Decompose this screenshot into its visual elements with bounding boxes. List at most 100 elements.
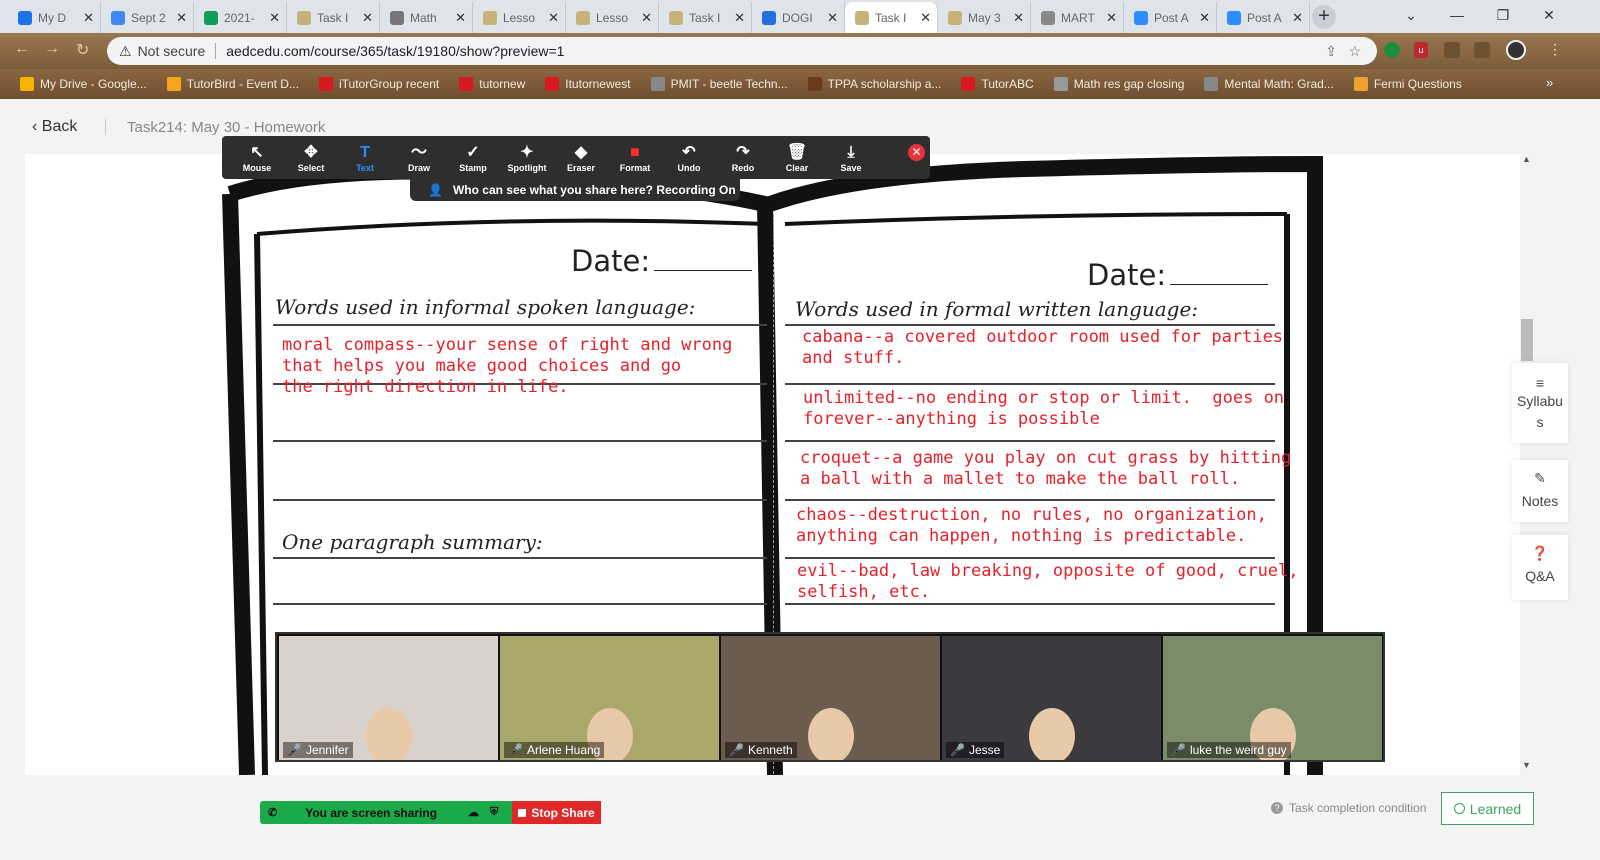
bookmark-item[interactable]: TPPA scholarship a... [807, 77, 941, 91]
not-secure-label[interactable]: Not secure [138, 43, 206, 59]
tool-label: Spotlight [507, 162, 547, 173]
close-tab-icon[interactable]: ✕ [269, 10, 280, 26]
participant-video[interactable]: 🎤 Jesse [942, 636, 1161, 760]
address-bar[interactable]: ⚠ Not secure aedcedu.com/course/365/task… [107, 37, 1377, 65]
notes-button[interactable]: ✎ Notes [1512, 460, 1568, 522]
url-text[interactable]: aedcedu.com/course/365/task/19180/show?p… [226, 43, 564, 59]
ublock-icon[interactable]: u [1414, 42, 1428, 58]
more-bookmarks-icon[interactable]: » [1546, 75, 1553, 90]
browser-tab[interactable]: MART ✕ [1031, 2, 1124, 33]
browser-tab[interactable]: Task I ✕ [659, 2, 752, 33]
browser-tab[interactable]: Task I ✕ [287, 2, 380, 33]
browser-tab[interactable]: May 3 ✕ [938, 2, 1031, 33]
bookmark-item[interactable]: Mental Math: Grad... [1204, 77, 1334, 91]
browser-tab[interactable]: Lesso ✕ [566, 2, 659, 33]
close-tab-icon[interactable]: ✕ [1292, 10, 1303, 26]
save-tool[interactable]: ⤓ Save [824, 136, 878, 179]
browser-tab[interactable]: My D ✕ [8, 2, 101, 33]
formal-entry[interactable]: chaos--destruction, no rules, no organiz… [796, 505, 1267, 547]
bookmark-item[interactable]: Math res gap closing [1053, 77, 1184, 91]
close-tab-icon[interactable]: ✕ [1106, 10, 1117, 26]
bookmark-item[interactable]: PMIT - beetle Techn... [650, 77, 788, 91]
select-tool[interactable]: ✥ Select [284, 136, 338, 179]
close-tab-icon[interactable]: ✕ [827, 10, 838, 26]
close-tab-icon[interactable]: ✕ [455, 10, 466, 26]
share-icon[interactable]: ⇪ [1325, 43, 1337, 60]
qa-button[interactable]: ❓ Q&A [1512, 535, 1568, 600]
bookmark-item[interactable]: tutornew [459, 77, 525, 91]
browser-tab[interactable]: Sept 2 ✕ [101, 2, 194, 33]
formal-entry[interactable]: croquet--a game you play on cut grass by… [800, 448, 1291, 490]
close-tab-icon[interactable]: ✕ [1199, 10, 1210, 26]
extension-icon[interactable] [1384, 42, 1400, 58]
formal-entry[interactable]: evil--bad, law breaking, opposite of goo… [797, 561, 1299, 603]
browser-tab[interactable]: Math ✕ [380, 2, 473, 33]
text-tool[interactable]: T Text [338, 136, 392, 179]
scroll-up-icon[interactable]: ▲ [1522, 154, 1531, 164]
learned-button[interactable]: Learned [1441, 792, 1534, 825]
avatar[interactable] [1506, 40, 1526, 60]
syllabus-button[interactable]: ≡ Syllabu s [1512, 363, 1568, 443]
restore-button[interactable]: ❐ [1480, 0, 1526, 30]
bookmark-item[interactable]: TutorBird - Event D... [166, 77, 299, 91]
close-tab-icon[interactable]: ✕ [1013, 10, 1024, 26]
close-tab-icon[interactable]: ✕ [548, 10, 559, 26]
minimize-button[interactable]: — [1434, 0, 1480, 30]
warning-icon[interactable]: ⚠ [119, 43, 132, 60]
bookmark-label: tutornew [479, 77, 526, 91]
stop-share-button[interactable]: Stop Share [512, 801, 601, 824]
extension-icon[interactable] [1444, 42, 1460, 58]
stamp-tool[interactable]: ✓ Stamp [446, 136, 500, 179]
undo-tool[interactable]: ↶ Undo [662, 136, 716, 179]
browser-tab[interactable]: Task I ✕ [845, 2, 938, 33]
clear-tool[interactable]: 🗑 Clear [770, 136, 824, 179]
close-window-button[interactable]: ✕ [1526, 0, 1572, 30]
table-rule [785, 383, 1275, 385]
reload-icon[interactable]: ↻ [76, 40, 89, 60]
format-tool[interactable]: ■ Format [608, 136, 662, 179]
redo-tool[interactable]: ↷ Redo [716, 136, 770, 179]
tab-search-icon[interactable]: ⌄ [1388, 0, 1434, 30]
formal-entry[interactable]: unlimited--no ending or stop or limit. g… [803, 388, 1284, 430]
forward-arrow-icon[interactable]: → [44, 40, 60, 58]
eraser-tool[interactable]: ◆ Eraser [554, 136, 608, 179]
browser-tab[interactable]: Lesso ✕ [473, 2, 566, 33]
browser-tab[interactable]: DOGI ✕ [752, 2, 845, 33]
bookmark-item[interactable]: Fermi Questions [1353, 77, 1462, 91]
close-tab-icon[interactable]: ✕ [176, 10, 187, 26]
close-tab-icon[interactable]: ✕ [920, 10, 931, 26]
browser-tab[interactable]: Post A ✕ [1124, 2, 1217, 33]
draw-tool[interactable]: 〜 Draw [392, 136, 446, 179]
participant-video[interactable]: 🎤 Jennifer [279, 636, 498, 760]
bookmark-item[interactable]: My Drive - Google... [20, 77, 147, 91]
question-icon: ❓ [1531, 545, 1549, 561]
recording-banner[interactable]: 👤 Who can see what you share here? Recor… [410, 179, 740, 201]
browser-tab[interactable]: Post A ✕ [1217, 2, 1310, 33]
close-tab-icon[interactable]: ✕ [362, 10, 373, 26]
scroll-down-icon[interactable]: ▼ [1522, 760, 1531, 770]
puzzle-icon[interactable] [1474, 42, 1490, 58]
close-tab-icon[interactable]: ✕ [734, 10, 745, 26]
scroll-thumb[interactable] [1521, 319, 1533, 361]
mouse-tool[interactable]: ↖ Mouse [230, 136, 284, 179]
bookmark-star-icon[interactable]: ☆ [1348, 43, 1361, 60]
back-arrow-icon[interactable]: ← [14, 40, 30, 58]
task-completion[interactable]: ? Task completion condition [1271, 801, 1426, 815]
close-annotation-icon[interactable]: ✕ [908, 144, 925, 161]
bookmark-icon [807, 77, 822, 91]
close-tab-icon[interactable]: ✕ [83, 10, 94, 26]
new-tab-button[interactable]: + [1312, 5, 1336, 29]
bookmark-item[interactable]: iTutorGroup recent [318, 77, 439, 91]
menu-icon[interactable]: ⋮ [1548, 41, 1562, 58]
browser-tab[interactable]: 2021- ✕ [194, 2, 287, 33]
back-link[interactable]: ‹ Back [32, 118, 77, 136]
formal-entry[interactable]: cabana--a covered outdoor room used for … [802, 327, 1283, 369]
participant-video[interactable]: 🎤 luke the weird guy [1163, 636, 1382, 760]
close-tab-icon[interactable]: ✕ [641, 10, 652, 26]
bookmark-item[interactable]: TutorABC [961, 77, 1034, 91]
bookmark-item[interactable]: Itutornewest [545, 77, 631, 91]
participant-video[interactable]: 🎤 Arlene Huang [500, 636, 719, 760]
participant-video[interactable]: 🎤 Kenneth [721, 636, 940, 760]
informal-entry[interactable]: moral compass--your sense of right and w… [282, 335, 732, 398]
spotlight-tool[interactable]: ✦ Spotlight [500, 136, 554, 179]
